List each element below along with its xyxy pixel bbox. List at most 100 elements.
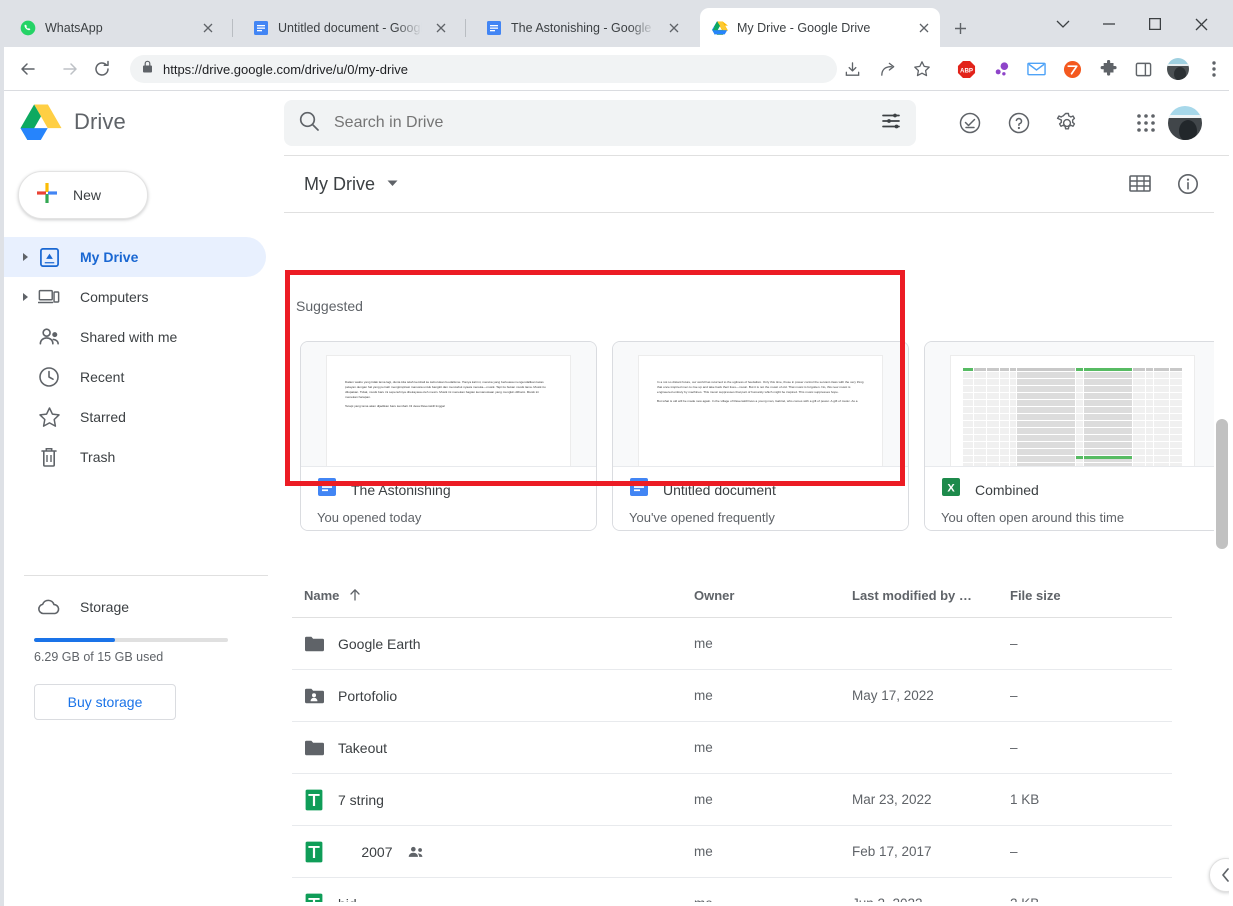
page-title[interactable]: My Drive <box>304 174 375 195</box>
t-extension-icon[interactable] <box>1058 55 1086 83</box>
vertical-scrollbar-thumb[interactable] <box>1216 419 1228 549</box>
share-icon[interactable] <box>873 55 901 83</box>
file-owner-cell: me <box>694 792 713 807</box>
tab-strip: WhatsApp Untitled document - Google Docs… <box>0 0 1233 47</box>
suggested-card[interactable]: X Combined You often open around this ti… <box>924 341 1221 531</box>
sidebar-item-recent[interactable]: Recent <box>4 357 266 397</box>
back-icon[interactable] <box>14 55 42 83</box>
suggested-cards: Dalam waktu yang tidak lama lagi, dunia … <box>292 341 1229 531</box>
sidebar-item-label: Trash <box>80 449 116 465</box>
column-header-file-size[interactable]: File size <box>1010 588 1130 603</box>
chrome-profile-avatar[interactable] <box>1164 55 1192 83</box>
file-size-cell: – <box>1010 688 1018 703</box>
sidebar-item-label: My Drive <box>80 249 139 265</box>
close-window-button[interactable] <box>1178 8 1224 40</box>
sort-ascending-arrow-icon[interactable] <box>349 588 361 604</box>
card-title: Combined <box>975 481 1039 498</box>
browser-tab-untitled-document[interactable]: Untitled document - Google Docs <box>241 8 457 47</box>
reload-icon[interactable] <box>88 55 116 83</box>
tab-separator <box>465 19 466 37</box>
file-size-cell: 2 KB <box>1010 896 1130 902</box>
preview-paragraph: Tetapi yang lama akan dijadikan baru kem… <box>345 404 445 409</box>
table-row[interactable]: Takeout me – <box>292 722 1172 774</box>
search-icon <box>298 110 320 137</box>
svg-text:ABP: ABP <box>960 67 973 74</box>
sidebar-item-trash[interactable]: Trash <box>4 437 266 477</box>
install-app-icon[interactable] <box>838 55 866 83</box>
file-modified-cell: Mar 23, 2022 <box>852 792 932 807</box>
forward-icon[interactable] <box>56 55 84 83</box>
extensions-puzzle-icon[interactable] <box>1095 55 1123 83</box>
browser-tab-whatsapp[interactable]: WhatsApp <box>8 8 224 47</box>
adblock-plus-icon[interactable]: ABP <box>952 55 980 83</box>
drive-brand[interactable]: Drive <box>20 103 126 141</box>
file-name-text: Takeout <box>338 739 388 756</box>
sidebar-item-starred[interactable]: Starred <box>4 397 266 437</box>
vertical-scrollbar-track[interactable] <box>1214 209 1229 902</box>
close-icon[interactable] <box>914 18 934 38</box>
close-icon[interactable] <box>431 18 451 38</box>
table-header-row: Name Owner Last modified by … File size <box>292 574 1172 618</box>
tab-search-chevron-icon[interactable] <box>1040 8 1086 40</box>
tab-title: My Drive - Google Drive <box>737 20 871 35</box>
new-tab-button[interactable] <box>946 14 974 42</box>
sidebar-item-shared-with-me[interactable]: Shared with me <box>4 317 266 357</box>
sidebar-item-my-drive[interactable]: My Drive <box>4 237 266 277</box>
account-avatar[interactable] <box>1167 105 1203 141</box>
file-name-cell: Portofolio <box>304 687 694 704</box>
google-apps-grid-icon[interactable] <box>1130 107 1162 139</box>
search-bar[interactable] <box>284 100 916 146</box>
grid-view-icon[interactable] <box>1124 168 1156 200</box>
storage-label: Storage <box>80 599 130 615</box>
suggested-card[interactable]: In a not so distant future, our world ha… <box>612 341 909 531</box>
chrome-menu-icon[interactable] <box>1200 55 1228 83</box>
browser-window: WhatsApp Untitled document - Google Docs… <box>0 0 1233 906</box>
file-modified-cell: Jun 2, 2022 <box>852 896 1010 902</box>
mail-extension-icon[interactable] <box>1022 55 1050 83</box>
expand-caret-icon[interactable] <box>14 252 36 262</box>
file-name-cell: 2007 <box>304 841 694 863</box>
help-icon[interactable] <box>1003 107 1035 139</box>
close-icon[interactable] <box>664 18 684 38</box>
bookmark-star-icon[interactable] <box>908 55 936 83</box>
new-button[interactable]: New <box>18 171 148 219</box>
table-row[interactable]: bid meJun 2, 20222 KB <box>292 878 1172 902</box>
address-bar[interactable]: https://drive.google.com/drive/u/0/my-dr… <box>130 55 837 83</box>
support-icon[interactable] <box>954 107 986 139</box>
browser-tab-the-astonishing[interactable]: The Astonishing - Google Docs <box>474 8 690 47</box>
table-row[interactable]: 2007 me Feb 17, 2017 – <box>292 826 1172 878</box>
spreadsheet-grid <box>963 368 1182 466</box>
file-name-text: Portofolio <box>338 687 398 704</box>
table-row[interactable]: 7 string me Mar 23, 2022 1 KB <box>292 774 1172 826</box>
my-drive-icon <box>36 247 62 268</box>
side-panel-icon[interactable] <box>1129 55 1157 83</box>
storage-nav-item[interactable]: Storage <box>14 587 129 627</box>
search-options-icon[interactable] <box>880 110 902 137</box>
google-sheets-icon <box>304 893 324 902</box>
breadcrumb: My Drive <box>284 156 1229 212</box>
minimize-button[interactable] <box>1086 8 1132 40</box>
chevron-down-icon[interactable] <box>387 179 398 189</box>
google-docs-icon <box>629 477 649 502</box>
table-row[interactable]: Google Earth me – <box>292 618 1172 670</box>
maximize-button[interactable] <box>1132 8 1178 40</box>
expand-caret-icon[interactable] <box>14 292 36 302</box>
table-row[interactable]: Portofolio me May 17, 2022 – <box>292 670 1172 722</box>
column-header-name[interactable]: Name <box>304 588 694 604</box>
file-list-table: Name Owner Last modified by … File size … <box>292 574 1172 902</box>
browser-tab-my-drive[interactable]: My Drive - Google Drive <box>700 8 940 47</box>
card-thumbnail <box>925 342 1220 466</box>
extension-dots-icon[interactable] <box>987 55 1015 83</box>
search-input[interactable] <box>334 114 880 132</box>
whatsapp-icon <box>20 20 36 36</box>
buy-storage-button[interactable]: Buy storage <box>34 684 176 720</box>
settings-gear-icon[interactable] <box>1051 107 1083 139</box>
suggested-card[interactable]: Dalam waktu yang tidak lama lagi, dunia … <box>300 341 597 531</box>
details-info-icon[interactable] <box>1172 168 1204 200</box>
file-name-cell: Takeout <box>304 739 694 756</box>
column-header-owner[interactable]: Owner <box>694 588 852 603</box>
breadcrumb-divider <box>284 212 1229 213</box>
close-icon[interactable] <box>198 18 218 38</box>
sidebar-item-computers[interactable]: Computers <box>4 277 266 317</box>
column-header-last-modified[interactable]: Last modified by … <box>852 588 1010 603</box>
